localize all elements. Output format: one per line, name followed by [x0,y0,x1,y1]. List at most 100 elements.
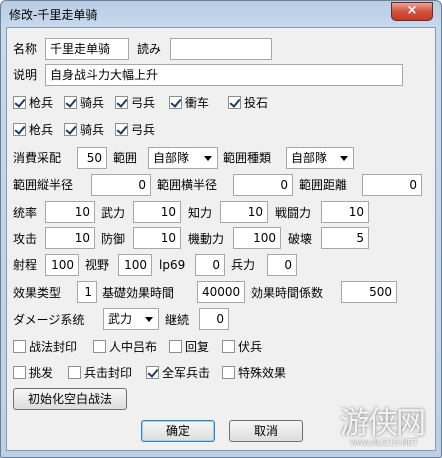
checkbox-box[interactable] [93,339,106,353]
checkbox-label: 骑兵 [80,122,105,137]
ok-button[interactable]: 确定 [141,420,215,442]
leadership-label: 统率 [13,206,38,220]
troops-label: 兵力 [231,258,256,272]
checkbox-box[interactable] [146,365,159,379]
checkbox-box[interactable] [115,122,128,136]
reading-input[interactable] [170,38,272,60]
intelligence-input[interactable]: 10 [220,201,268,223]
checkbox-seal-strike[interactable]: 兵击封印 [68,364,132,380]
cost-label: 消費采配 [13,151,62,165]
checkbox-box[interactable] [64,122,77,136]
chevron-down-icon [340,156,348,161]
checkbox-label: 弓兵 [131,95,156,110]
description-label: 说明 [13,68,38,82]
checkbox-label: 枪兵 [29,122,54,137]
leadership-input[interactable]: 10 [45,201,95,223]
checkbox-cavalry-2[interactable]: 骑兵 [64,121,104,137]
checkbox-box[interactable] [169,95,182,109]
attack-input[interactable]: 10 [45,227,95,249]
checkbox-box[interactable] [169,339,182,353]
name-input[interactable]: 千里走单骑 [45,38,129,60]
checkbox-label: 弓兵 [131,122,156,137]
checkbox-box[interactable] [13,95,26,109]
damage-system-select[interactable]: 武力 [103,308,159,330]
checkbox-spear-1[interactable]: 枪兵 [13,94,53,110]
checkbox-box[interactable] [228,95,241,109]
base-time-input[interactable]: 40000 [197,281,245,303]
window-title: 修改-千里走单骑 [9,8,98,22]
effect-type-input[interactable]: 1 [77,281,97,303]
close-button[interactable]: × [391,2,433,21]
checkbox-box[interactable] [13,339,26,353]
checkbox-box[interactable] [222,339,235,353]
checkbox-label: 投石 [244,95,269,110]
checkbox-archer-1[interactable]: 弓兵 [115,94,155,110]
site-watermark: 游侠网 www.ALI213.NET [330,398,440,454]
checkbox-label: 衝车 [185,95,210,110]
checkbox-catapult[interactable]: 投石 [228,94,268,110]
checkbox-label: 特殊效果 [238,365,287,380]
checkbox-box[interactable] [68,365,81,379]
continue-label: 継続 [165,313,190,327]
checkbox-seal-tactic[interactable]: 战法封印 [13,338,77,354]
checkbox-spear-2[interactable]: 枪兵 [13,121,53,137]
troops-input[interactable]: 0 [267,254,297,276]
checkbox-box[interactable] [64,95,77,109]
checkbox-ram[interactable]: 衝车 [169,94,209,110]
vision-input[interactable]: 100 [118,254,152,276]
init-blank-tactic-button[interactable]: 初始化空白战法 [13,388,127,410]
checkbox-label: 人中吕布 [109,339,158,354]
mobility-label: 機動力 [188,232,225,246]
description-input[interactable]: 自身战斗力大幅上升 [45,64,403,86]
range-distance-label: 範囲距離 [299,178,348,192]
checkbox-special-effect[interactable]: 特殊效果 [222,364,286,380]
range-type-label: 範囲種類 [223,151,272,165]
checkbox-lubu[interactable]: 人中吕布 [93,338,157,354]
dialog-client-area: 名称 千里走单骑 読み 说明 自身战斗力大幅上升 枪兵 骑兵 弓兵 衝车 投石 … [6,27,436,451]
destroy-input[interactable]: 5 [321,227,369,249]
destroy-label: 破壊 [288,232,313,246]
horizontal-radius-label: 範囲横半径 [157,178,218,192]
checkbox-ambush[interactable]: 伏兵 [222,338,262,354]
range-select[interactable]: 自部隊 [148,147,218,169]
range-distance-input[interactable]: 0 [362,174,422,196]
continue-input[interactable]: 0 [199,308,229,330]
horizontal-radius-input[interactable]: 0 [233,174,293,196]
intelligence-label: 知力 [188,206,213,220]
range-type-select[interactable]: 自部隊 [286,147,354,169]
defense-input[interactable]: 10 [133,227,181,249]
checkbox-provoke[interactable]: 挑发 [13,364,53,380]
checkbox-box[interactable] [13,365,26,379]
checkbox-recover[interactable]: 回复 [169,338,209,354]
range-stat-input[interactable]: 100 [45,254,79,276]
combat-power-input[interactable]: 10 [321,201,369,223]
checkbox-all-strike[interactable]: 全军兵击 [146,364,210,380]
checkbox-box[interactable] [115,95,128,109]
damage-system-label: ダメージ系统 [13,313,85,327]
title-bar[interactable]: 修改-千里走单骑 × [1,1,441,27]
watermark-logo-text: 游侠网 [340,406,426,441]
mobility-input[interactable]: 100 [233,227,281,249]
name-label: 名称 [13,42,38,56]
combat-power-label: 戦闘力 [275,206,312,220]
checkbox-cavalry-1[interactable]: 骑兵 [64,94,104,110]
checkbox-box[interactable] [13,122,26,136]
watermark-url: www.ALI213.NET [350,438,418,447]
checkbox-label: 兵击封印 [84,365,133,380]
cancel-button[interactable]: 取消 [229,420,303,442]
force-input[interactable]: 10 [133,201,181,223]
lp69-input[interactable]: 0 [195,254,225,276]
checkbox-label: 战法封印 [29,339,78,354]
checkbox-box[interactable] [222,365,235,379]
checkbox-label: 全军兵击 [162,365,211,380]
cost-input[interactable]: 50 [77,147,107,169]
time-coef-input[interactable]: 500 [341,281,397,303]
chevron-down-icon [204,156,212,161]
checkbox-label: 回复 [185,339,210,354]
defense-label: 防御 [101,232,126,246]
vision-label: 视野 [85,258,110,272]
chevron-down-icon [145,317,153,322]
checkbox-archer-2[interactable]: 弓兵 [115,121,155,137]
lp69-label: lp69 [159,258,186,272]
vertical-radius-input[interactable]: 0 [91,174,151,196]
